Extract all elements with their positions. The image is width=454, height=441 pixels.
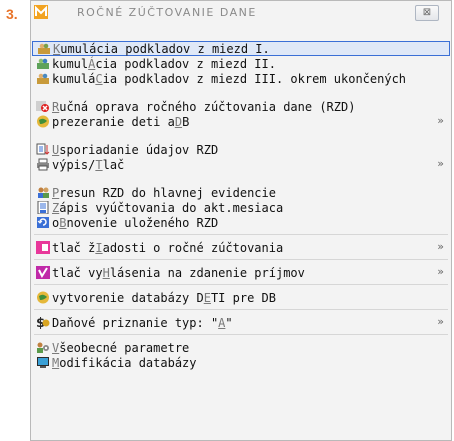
hotkey-letter: B	[59, 215, 67, 230]
main-menu: Kumulácia podkladov z miezd I. kumul Ácia…	[32, 41, 450, 370]
submenu-arrow-icon: »	[437, 157, 444, 170]
restore-icon	[37, 217, 49, 228]
menu-item-label-post: cia podkladov z miezd II.	[95, 56, 276, 71]
world-globe-icon	[37, 115, 49, 128]
menu-item-label-pre: výpis/	[52, 157, 96, 172]
submenu-arrow-icon: »	[437, 315, 444, 328]
menu-item-label-pre: tlač vy	[52, 265, 103, 280]
menu-item-label-post: novenie uloženého RZD	[66, 215, 219, 230]
menu-item-rucna-oprava[interactable]: Ručná oprava ročného zúčtovania dane (RZ…	[32, 99, 450, 114]
menu-item-obnovenie[interactable]: o Bnovenie uloženého RZD	[32, 215, 450, 230]
menu-item-presun-rzd[interactable]: Presun RZD do hlavnej evidencie	[32, 185, 450, 200]
menu-item-modifikacia-db[interactable]: Modifikácia databázy	[32, 355, 450, 370]
hotkey-letter: K	[53, 41, 61, 56]
hotkey-letter: Á	[88, 56, 96, 71]
window-title: ROČNÉ ZÚČTOVANIE DANE	[77, 6, 257, 19]
menu-separator	[34, 334, 448, 335]
menu-item-label-post: ia podkladov z miezd III. okrem ukončený…	[102, 71, 407, 86]
menu-item-label-pre: prezeranie deti a	[52, 114, 175, 129]
menu-item-label-post: resun RZD do hlavnej evidencie	[59, 185, 276, 200]
hotkey-letter: T	[95, 157, 103, 172]
menu-separator	[34, 309, 448, 310]
submenu-arrow-icon: »	[437, 240, 444, 253]
menu-item-prezeranie-deti[interactable]: prezeranie deti a DB »	[32, 114, 450, 129]
people-move-icon	[38, 187, 49, 198]
people-folder-icon	[38, 43, 50, 54]
menu-item-vytvorenie-db-deti[interactable]: vytvorenie databázy D E TI pre DB	[32, 290, 450, 305]
hotkey-letter: A	[218, 315, 226, 330]
close-button[interactable]: ⊠	[415, 5, 439, 21]
hotkey-letter: V	[52, 340, 60, 355]
hotkey-letter: E	[203, 290, 211, 305]
menu-separator	[34, 234, 448, 235]
menu-item-vypis-tlac[interactable]: výpis/Tlač »	[32, 157, 450, 172]
menu-item-kumulacia-3[interactable]: kumulá Cia podkladov z miezd III. okrem u…	[32, 71, 450, 86]
menu-item-usporiadanie[interactable]: Usporiadanie údajov RZD	[32, 142, 450, 157]
world-globe-icon	[37, 291, 49, 304]
edit-cancel-icon	[36, 101, 49, 112]
menu-item-label-post: ápis vyúčtovania do akt.mesiaca	[59, 200, 284, 215]
hotkey-letter: I	[95, 240, 103, 255]
menu-item-label-post: umulácia podkladov z miezd I.	[60, 41, 270, 56]
title-bar: ROČNÉ ZÚČTOVANIE DANE ⊠	[31, 1, 451, 25]
step-number: 3.	[6, 6, 18, 22]
menu-item-kumulacia-2[interactable]: kumul Ácia podkladov z miezd II.	[32, 56, 450, 71]
menu-item-label-post: lásenia na zdanenie príjmov	[109, 265, 305, 280]
form-pink-icon	[36, 241, 50, 254]
menu-item-label-post: "	[225, 315, 233, 330]
submenu-arrow-icon: »	[437, 265, 444, 278]
hotkey-letter: M	[52, 355, 60, 370]
money-dollar-icon: $	[36, 316, 50, 329]
menu-item-label-post: šeobecné parametre	[59, 340, 190, 355]
menu-item-label-pre: kumul	[52, 56, 89, 71]
hotkey-letter: Z	[52, 200, 60, 215]
menu-item-label-post: lač	[102, 157, 125, 172]
settings-people-icon	[37, 342, 49, 353]
hotkey-letter: R	[52, 99, 60, 114]
submenu-arrow-icon: »	[437, 114, 444, 127]
menu-window: ROČNÉ ZÚČTOVANIE DANE ⊠ Kumulácia podkla…	[30, 0, 452, 441]
menu-item-label-pre: kumulá	[52, 71, 96, 86]
menu-item-danove-priznanie[interactable]: $ Daňové priznanie typ: " A " »	[32, 315, 450, 330]
menu-item-label-pre: tlač ž	[52, 240, 96, 255]
menu-item-zapis-vyuctovania[interactable]: Zápis vyúčtovania do akt.mesiaca	[32, 200, 450, 215]
people-folder-icon	[37, 73, 49, 84]
people-green-icon	[37, 58, 49, 69]
hotkey-letter: P	[52, 185, 60, 200]
menu-item-tlac-vyhlasenia[interactable]: tlač vy Hlásenia na zdanenie príjmov »	[32, 265, 450, 280]
menu-item-tlac-ziadosti[interactable]: tlač ž Iadosti o ročné zúčtovania »	[32, 240, 450, 255]
database-monitor-icon	[37, 357, 49, 368]
menu-item-label-post: sporiadanie údajov RZD	[59, 142, 219, 157]
menu-separator	[34, 259, 448, 260]
menu-item-label-post: TI pre DB	[210, 290, 276, 305]
menu-item-label-pre: vytvorenie databázy D	[52, 290, 204, 305]
hotkey-letter: C	[95, 71, 103, 86]
menu-item-label-pre: o	[52, 215, 60, 230]
hotkey-letter: H	[102, 265, 110, 280]
document-save-icon	[37, 201, 49, 214]
hotkey-letter: D	[174, 114, 183, 129]
menu-item-label-post: adosti o ročné zúčtovania	[102, 240, 284, 255]
sort-data-icon	[36, 143, 50, 155]
menu-item-label-post: odifikácia databázy	[59, 355, 197, 370]
app-logo-icon	[34, 5, 48, 19]
hotkey-letter: U	[52, 142, 60, 157]
menu-item-label-post: učná oprava ročného zúčtovania dane (RZD…	[59, 99, 356, 114]
menu-item-label-post: B	[182, 114, 190, 129]
menu-item-kumulacia-1[interactable]: Kumulácia podkladov z miezd I.	[32, 41, 450, 56]
form-magenta-icon	[36, 266, 50, 279]
printer-icon	[37, 158, 49, 171]
menu-item-vseobecne-parametre[interactable]: Všeobecné parametre	[32, 340, 450, 355]
menu-item-label-pre: Daňové priznanie typ: "	[52, 315, 219, 330]
menu-separator	[34, 284, 448, 285]
